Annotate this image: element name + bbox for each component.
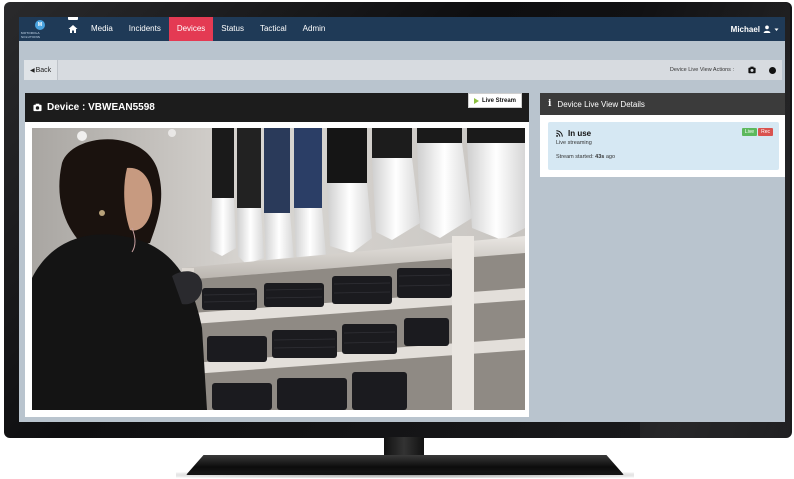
nav-devices[interactable]: Devices <box>168 17 214 41</box>
brand-logo[interactable]: M MOTOROLA SOLUTIONS <box>21 17 59 41</box>
back-button[interactable]: ◀ Back <box>24 60 59 80</box>
device-title: Device : VBWEAN5598 <box>47 102 155 113</box>
caret-down-icon <box>774 28 779 31</box>
user-menu[interactable]: Michael <box>731 25 779 34</box>
details-title: Device Live View Details <box>557 99 645 109</box>
device-panel-header: Device : VBWEAN5598 Live Stream <box>25 93 529 122</box>
user-name: Michael <box>730 24 760 34</box>
chevron-left-icon: ◀ <box>30 67 35 74</box>
top-navigation: M MOTOROLA SOLUTIONS Media Incidents Dev… <box>19 17 785 41</box>
device-live-view-details-panel: i Device Live View Details In use Live s… <box>540 93 785 177</box>
rss-feed-icon <box>556 130 563 137</box>
live-stream-button[interactable]: Live Stream <box>467 93 522 108</box>
live-stream-label: Live Stream <box>481 97 516 104</box>
stream-started-value: 43s <box>595 154 605 160</box>
logo-text: MOTOROLA SOLUTIONS <box>21 30 41 39</box>
info-icon: i <box>548 99 552 109</box>
device-status-card: In use Live streaming Stream started: 43… <box>548 122 779 170</box>
live-video-feed[interactable] <box>32 128 525 410</box>
nav-tactical[interactable]: Tactical <box>252 17 295 41</box>
device-camera-icon <box>33 103 42 112</box>
back-label: Back <box>35 66 52 74</box>
status-title: In use <box>568 129 592 138</box>
nav-media[interactable]: Media <box>83 17 121 41</box>
status-subtitle: Live streaming <box>556 140 592 146</box>
live-badge: Live <box>741 128 758 136</box>
monitor-stand-shadow <box>176 472 634 478</box>
details-panel-header: i Device Live View Details <box>540 93 785 115</box>
rec-badge: Rec <box>758 128 773 136</box>
nav-status[interactable]: Status <box>213 17 252 41</box>
app-screen: M MOTOROLA SOLUTIONS Media Incidents Dev… <box>19 17 785 422</box>
home-badge <box>68 17 78 20</box>
monitor-stand-neck <box>384 437 424 457</box>
record-button[interactable] <box>762 60 782 80</box>
nav-admin[interactable]: Admin <box>295 17 334 41</box>
nav-incidents[interactable]: Incidents <box>121 17 169 41</box>
logo-mark-icon: M <box>35 19 45 30</box>
camera-icon <box>748 66 756 74</box>
home-icon[interactable] <box>63 17 83 41</box>
stream-started-label: Stream started: <box>556 154 594 160</box>
video-frame-image <box>32 128 525 410</box>
record-dot-icon <box>768 66 776 74</box>
stream-started-suffix: ago <box>605 154 616 160</box>
home-icon-glyph <box>68 25 78 33</box>
device-live-view-actions-label: Device Live View Actions : <box>669 67 734 73</box>
play-icon <box>473 97 479 104</box>
toolbar: ◀ Back Device Live View Actions : <box>24 60 782 80</box>
status-badges: Live Rec <box>741 128 773 136</box>
stream-started: Stream started: 43s ago <box>556 154 615 160</box>
user-icon <box>763 25 771 33</box>
status-title-row: In use <box>556 129 591 138</box>
device-live-view-panel: Device : VBWEAN5598 Live Stream <box>25 93 529 417</box>
snapshot-button[interactable] <box>742 60 762 80</box>
